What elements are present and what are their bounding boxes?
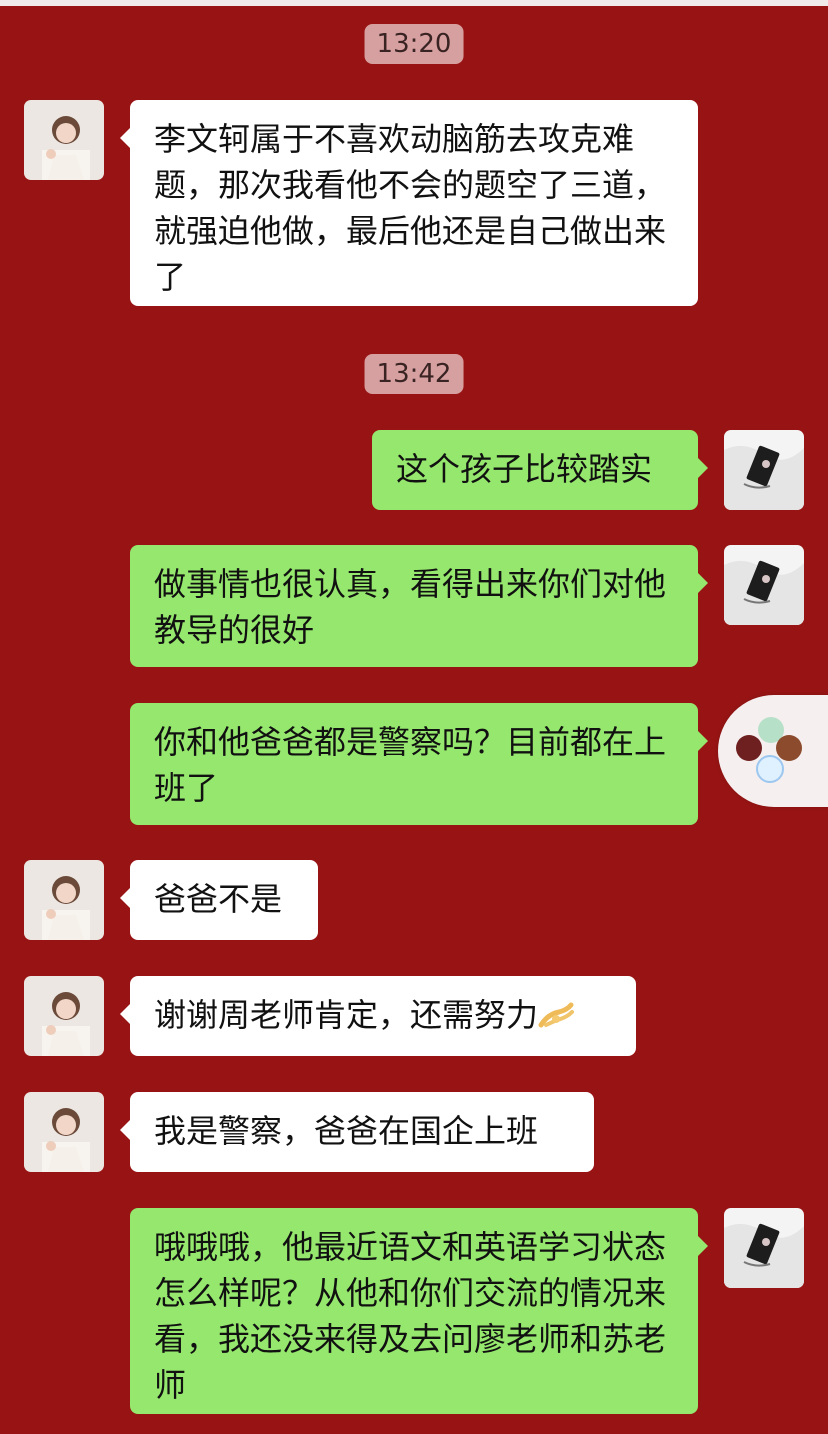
timestamp: 13:42 <box>364 354 464 394</box>
message-bubble-incoming[interactable]: 谢谢周老师肯定，还需努力 <box>120 976 636 1056</box>
contact-avatar[interactable] <box>24 1092 104 1172</box>
book-avatar-icon <box>724 545 804 625</box>
timestamp: 13:20 <box>364 24 464 64</box>
message-bubble-outgoing[interactable]: 你和他爸爸都是警察吗？目前都在上班了 <box>130 703 708 825</box>
message-text: 谢谢周老师肯定，还需努力 <box>154 996 539 1034</box>
message-bubble-incoming[interactable]: 李文轲属于不喜欢动脑筋去攻克难题，那次我看他不会的题空了三道，就强迫他做，最后他… <box>120 100 698 306</box>
my-avatar[interactable] <box>724 1208 804 1288</box>
chat-background: 13:20 李文轲属于不喜欢动脑筋去攻克难题，那次我看他不会的题空了三道，就强迫… <box>0 0 828 1434</box>
message-bubble-incoming[interactable]: 我是警察，爸爸在国企上班 <box>120 1092 594 1172</box>
woman-avatar-icon <box>24 860 104 940</box>
floating-widget[interactable] <box>718 695 828 807</box>
message-bubble-outgoing[interactable]: 这个孩子比较踏实 <box>372 430 708 510</box>
ok-hand-emoji-icon <box>538 996 575 1028</box>
contact-avatar[interactable] <box>24 860 104 940</box>
contact-avatar[interactable] <box>24 100 104 180</box>
my-avatar[interactable] <box>724 545 804 625</box>
sticker-circle-icon <box>736 735 762 761</box>
message-bubble-outgoing[interactable]: 哦哦哦，他最近语文和英语学习状态怎么样呢？从他和你们交流的情况来看，我还没来得及… <box>130 1208 708 1414</box>
top-edge <box>0 0 828 6</box>
woman-avatar-icon <box>24 100 104 180</box>
message-bubble-outgoing[interactable]: 做事情也很认真，看得出来你们对他教导的很好 <box>130 545 708 667</box>
woman-avatar-icon <box>24 1092 104 1172</box>
woman-avatar-icon <box>24 976 104 1056</box>
sticker-circle-icon <box>776 735 802 761</box>
my-avatar[interactable] <box>724 430 804 510</box>
book-avatar-icon <box>724 1208 804 1288</box>
book-avatar-icon <box>724 430 804 510</box>
contact-avatar[interactable] <box>24 976 104 1056</box>
sticker-circle-icon <box>756 755 784 783</box>
message-bubble-incoming[interactable]: 爸爸不是 <box>120 860 318 940</box>
